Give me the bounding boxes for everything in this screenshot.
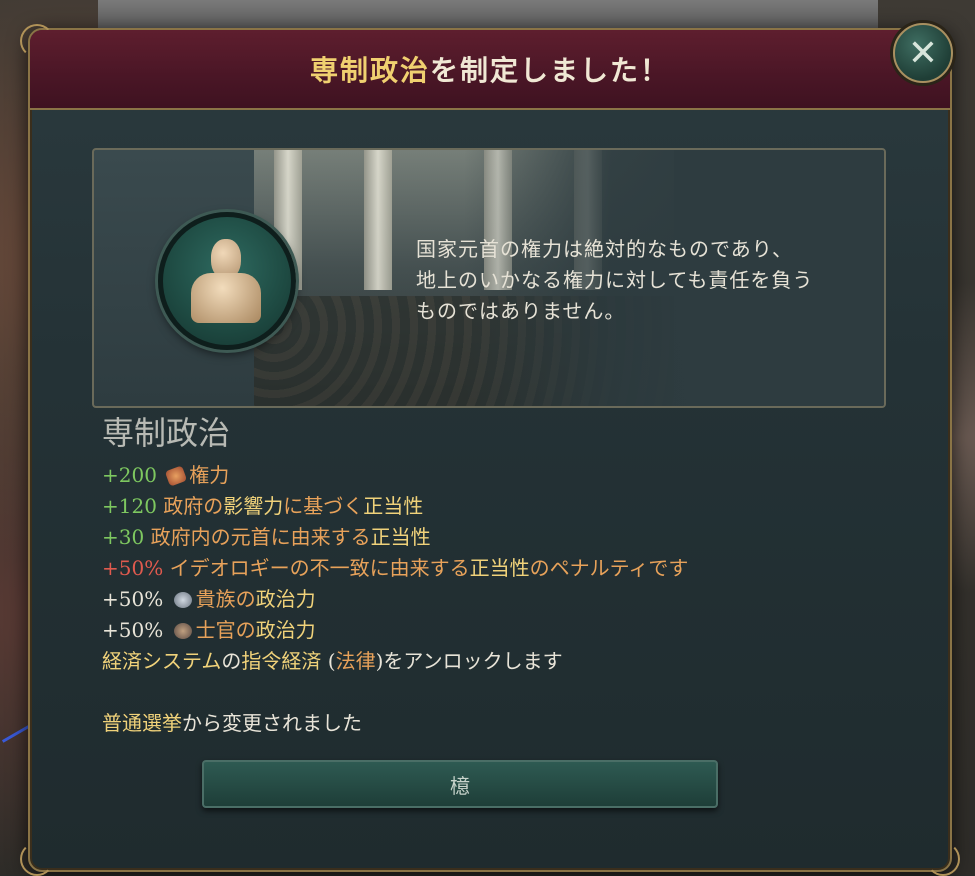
ok-button[interactable]: 檍 (202, 760, 718, 808)
effect-value: +50% (102, 556, 164, 580)
effect-line: +50% イデオロギーの不一致に由来する正当性のペナルティです (102, 553, 862, 584)
officers-icon (173, 623, 192, 639)
close-button[interactable]: ✕ (893, 23, 953, 83)
map-region (98, 0, 878, 30)
law-name: 専制政治 (102, 414, 231, 452)
effect-line: +200 権力 (102, 460, 862, 491)
effect-text: から変更されました (182, 711, 362, 735)
effect-text: 政府の (163, 494, 224, 518)
effect-text: の (221, 649, 242, 673)
effect-link[interactable]: 正当性 (363, 494, 423, 518)
law-illustration: 国家元首の権力は絶対的なものであり、 地上のいかなる権力に対しても責任を負う も… (92, 148, 886, 408)
effect-value: +120 (102, 494, 157, 518)
effect-line: +30 政府内の元首に由来する正当性 (102, 522, 862, 553)
ok-button-label: 檍 (450, 773, 470, 798)
effect-link[interactable]: 政治力 (256, 618, 316, 642)
effect-text: イデオロギーの不一致に由来する (169, 556, 470, 580)
effect-line: 経済システムの指令経済 (法律)をアンロックします (102, 646, 862, 677)
head-of-state-icon (158, 212, 296, 350)
effect-link[interactable]: 正当性 (371, 525, 431, 549)
effect-value: +50% (102, 618, 164, 642)
changed-from-line: 普通選挙から変更されました (102, 708, 862, 739)
effect-link[interactable]: 正当性 (470, 556, 530, 580)
effect-value: +30 (102, 525, 145, 549)
title-text: を制定しました！ (430, 54, 671, 87)
effect-link[interactable]: 指令経済 (241, 649, 321, 673)
effect-link[interactable]: 政治力 (256, 587, 316, 611)
quote-line: 国家元首の権力は絶対的なものであり、 (416, 237, 793, 261)
law-effects: 専制政治 +200 権力 +120 政府の影響力に基づく正当性 +30 政府内の… (102, 408, 862, 739)
effect-text: に基づく (283, 494, 364, 518)
effect-label[interactable]: 権力 (189, 463, 229, 487)
bust-body (191, 273, 261, 323)
pillar (364, 150, 392, 290)
quote-line: ものではありません。 (416, 299, 626, 323)
effect-text: のペナルティです (529, 556, 689, 580)
effect-value: +200 (102, 463, 157, 487)
title-law-name[interactable]: 専制政治 (310, 54, 430, 87)
effect-text: をアンロックします (383, 649, 563, 673)
effect-text: 士官の (195, 618, 256, 642)
close-icon: ✕ (907, 32, 939, 74)
frame-ornament (926, 842, 960, 876)
effect-text: 貴族の (195, 587, 256, 611)
effect-line: +120 政府の影響力に基づく正当性 (102, 491, 862, 522)
effect-text: 政府内の元首に由来する (150, 525, 371, 549)
effect-line: +50% 士官の政治力 (102, 615, 862, 646)
quote-line: 地上のいかなる権力に対しても責任を負う (416, 268, 814, 292)
law-quote: 国家元首の権力は絶対的なものであり、 地上のいかなる権力に対しても責任を負う も… (416, 234, 856, 327)
dialog-header: 専制政治を制定しました！ (30, 30, 950, 110)
frame-ornament (20, 842, 54, 876)
effect-text: ( (321, 649, 336, 673)
effect-line: +50% 貴族の政治力 (102, 584, 862, 615)
effect-link[interactable]: 経済システム (102, 649, 221, 673)
effect-link[interactable]: 影響力 (223, 494, 283, 518)
effect-link[interactable]: 法律 (336, 649, 376, 673)
effect-value: +50% (102, 587, 164, 611)
clout-icon (165, 465, 188, 487)
aristocrats-icon (173, 592, 192, 608)
previous-law-link[interactable]: 普通選挙 (102, 711, 182, 735)
dialog-title: 専制政治を制定しました！ (310, 49, 670, 89)
